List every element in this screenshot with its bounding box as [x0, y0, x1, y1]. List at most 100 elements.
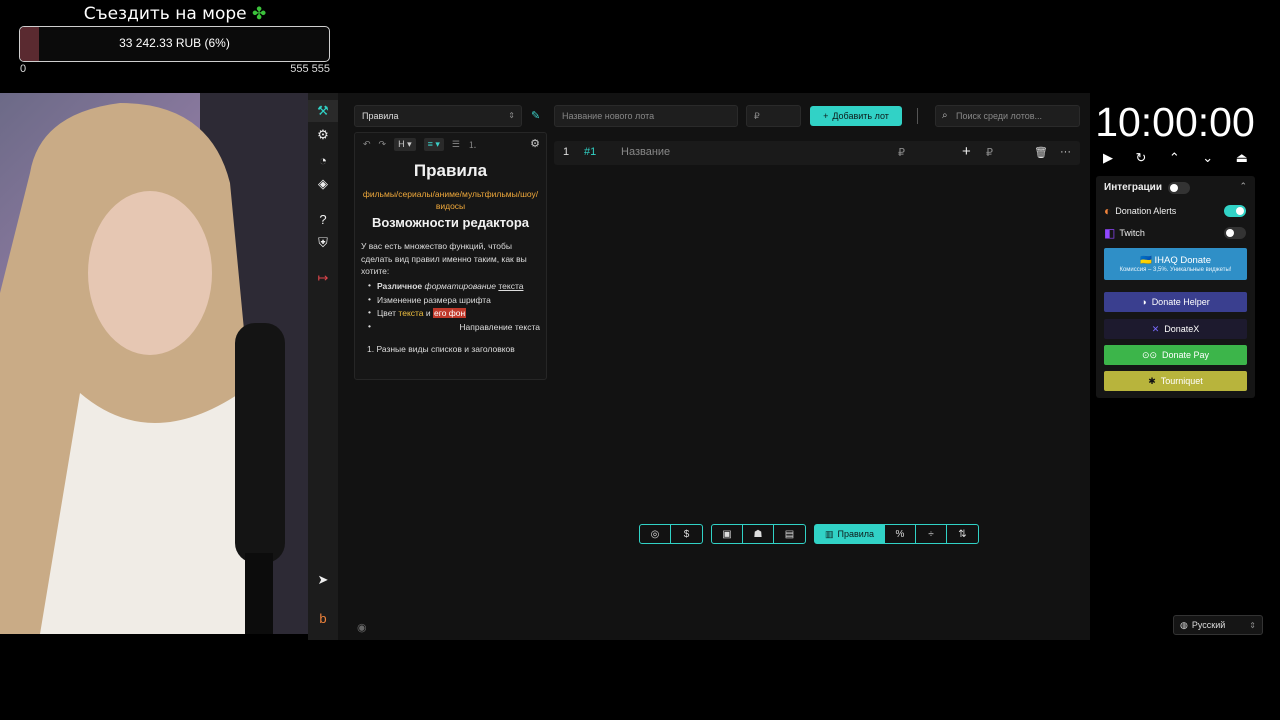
search-icon: ⌕ [942, 110, 948, 121]
tourniquet-label: Tourniquet [1160, 376, 1203, 386]
bullet-list-icon[interactable]: ☰ [452, 139, 460, 150]
timer-controls: ▶ ↻ ⌃ ⌄ ⏏ [1103, 150, 1248, 170]
tourniquet-button[interactable]: ✱ Tourniquet [1104, 371, 1247, 391]
undo-icon[interactable]: ↶ [363, 139, 371, 150]
integrations-panel: Интеграции ⌃ ◐ Donation Alerts ◧ Twitch … [1096, 176, 1255, 398]
eye-icon[interactable]: ◉ [357, 621, 367, 634]
list-item: Направление текста [361, 321, 540, 336]
list-item-text: Цвет [377, 308, 397, 318]
plus-icon: + [823, 111, 829, 121]
goal-max: 555 555 [290, 63, 330, 75]
twitch-icon: ◧ [1104, 226, 1116, 240]
goal-title-text: Съездить на море [83, 4, 247, 24]
app-rail: ⚒ ⚙ ◔ ◈ ? ⛨ ↦ ➤ b [308, 93, 338, 640]
list-item: Изменение размера шрифта [361, 294, 540, 309]
heading-dropdown[interactable]: H ▾ [394, 137, 416, 151]
donate-helper-label: Donate Helper [1151, 297, 1210, 307]
search-lots-input[interactable]: ⌕ Поиск среди лотов... [935, 105, 1080, 127]
editor-ordered-item: 1. Разные виды списков и заголовков [367, 344, 515, 354]
shield-icon[interactable]: ⛨ [308, 232, 338, 254]
wheel-chart-icon[interactable]: ◔ [308, 149, 338, 171]
chevron-updown-icon: ⇕ [1249, 620, 1256, 630]
donation-alerts-label: Donation Alerts [1115, 206, 1177, 216]
donate-dollar-icon[interactable]: $ [671, 525, 702, 543]
layers-icon[interactable]: ◈ [308, 173, 338, 195]
twitch-toggle[interactable] [1224, 227, 1246, 239]
play-icon[interactable]: ▶ [1103, 150, 1113, 170]
twitch-label: Twitch [1119, 228, 1145, 238]
help-icon[interactable]: ? [308, 208, 338, 230]
toolbar-divider [917, 108, 918, 124]
twitch-row: ◧ Twitch [1104, 226, 1145, 240]
rules-toggle-button[interactable]: ▥ Правила [815, 525, 885, 543]
editor-bullet-list: Различное форматирование текста Изменени… [361, 280, 540, 336]
rules-heading: Правила [413, 161, 488, 180]
list-item: Различное форматирование текста [361, 280, 540, 295]
donate-pay-icon: ⊙⊙ [1141, 349, 1158, 360]
table-row[interactable]: 1 #1 Название ₽ + ₽ 🗑 ··· [554, 141, 1080, 165]
donation-alerts-toggle[interactable] [1224, 205, 1246, 217]
editor-toolbar: ↶ ↷ H ▾ ≡ ▾ ☰ ⒈ ⚙ [355, 133, 546, 155]
clover-icon: ✤ [252, 4, 267, 24]
github-icon[interactable]: ◎ [640, 525, 671, 543]
rules-select-value: Правила [362, 111, 399, 121]
new-lot-name-input[interactable]: Название нового лота [554, 105, 738, 127]
integrations-toggle[interactable] [1168, 182, 1190, 194]
editor-settings-gear-icon[interactable]: ⚙ [530, 137, 540, 150]
ordered-list-icon[interactable]: ⒈ [468, 138, 477, 151]
align-dropdown[interactable]: ≡ ▾ [423, 137, 444, 151]
lot-amount-input[interactable]: ₽ [898, 146, 905, 159]
save-icon[interactable]: ▣ [712, 525, 743, 543]
rules-select[interactable]: Правила ⇕ [354, 105, 522, 127]
redo-icon[interactable]: ↷ [379, 139, 387, 150]
goal-amount: 33 242.33 RUB (6%) [119, 36, 230, 50]
donate-pay-button[interactable]: ⊙⊙ Donate Pay [1104, 345, 1247, 365]
donatex-button[interactable]: ✕ DonateX [1104, 319, 1247, 339]
chevron-down-icon[interactable]: ⌄ [1202, 150, 1213, 170]
integrations-title: Интеграции [1104, 182, 1162, 193]
auction-hammer-icon[interactable]: ⚒ [308, 100, 338, 122]
donation-alerts-row: ◐ Donation Alerts [1104, 204, 1176, 218]
history-icon[interactable]: ▤ [774, 525, 805, 543]
sort-icon[interactable]: ⇅ [947, 525, 978, 543]
chevron-updown-icon: ⇕ [508, 111, 515, 120]
timer-display: 10:00:00 [1095, 99, 1255, 145]
telegram-icon[interactable]: ➤ [308, 569, 338, 591]
more-icon[interactable]: ··· [1060, 146, 1071, 158]
auction-app: Правила ⇕ ✎ Название нового лота ₽ + Доб… [338, 93, 1090, 640]
percent-icon[interactable]: % [885, 525, 916, 543]
italic-text: форматирование [424, 281, 496, 291]
lot-name-input[interactable]: Название [621, 146, 670, 158]
tourniquet-icon: ✱ [1148, 375, 1156, 386]
donate-helper-button[interactable]: ◑ Donate Helper [1104, 292, 1247, 312]
ihaq-donate-button[interactable]: 🇺🇦 IHAQ Donate Комиссия – 3,5%. Уникальн… [1104, 248, 1247, 280]
edit-pencil-icon[interactable]: ✎ [531, 109, 540, 122]
rules-editor[interactable]: ↶ ↷ H ▾ ≡ ▾ ☰ ⒈ ⚙ Правила фильмы/сериалы… [354, 132, 547, 380]
language-select[interactable]: ◍ Русский ⇕ [1173, 615, 1263, 635]
boosty-icon[interactable]: b [308, 607, 338, 629]
settings-gear-icon[interactable]: ⚙ [308, 124, 338, 146]
chevron-up-icon[interactable]: ⌃ [1169, 150, 1180, 170]
new-lot-price-input[interactable]: ₽ [746, 105, 801, 127]
yellow-text: текста [398, 308, 424, 318]
ihaq-title: 🇺🇦 IHAQ Donate [1140, 255, 1211, 266]
editor-paragraph: У вас есть множество функций, чтобы сдел… [361, 241, 527, 276]
list-item: Цвет текста и его фон [361, 307, 540, 322]
list-item-text: Изменение размера шрифта [377, 294, 491, 305]
reset-icon[interactable]: ↻ [1135, 150, 1146, 170]
split-icon[interactable]: ÷ [916, 525, 947, 543]
globe-icon: ◍ [1180, 619, 1188, 630]
donatex-label: DonateX [1164, 324, 1200, 334]
bold-text: Различное [377, 281, 423, 291]
view-group: ▥ Правила % ÷ ⇅ [814, 524, 979, 544]
trash-icon[interactable]: 🗑 [1034, 146, 1048, 159]
collapse-chevron-icon[interactable]: ⌃ [1239, 181, 1247, 192]
logout-icon[interactable]: ↦ [308, 267, 338, 289]
add-amount-plus-icon[interactable]: + [962, 143, 971, 160]
bug-icon[interactable]: ☗ [743, 525, 774, 543]
lot-add-amount-input[interactable]: ₽ [986, 146, 993, 159]
tools-group: ▣ ☗ ▤ [711, 524, 806, 544]
double-up-icon[interactable]: ⏏ [1236, 150, 1248, 170]
donate-pay-label: Donate Pay [1162, 350, 1210, 360]
add-lot-button[interactable]: + Добавить лот [810, 106, 902, 126]
